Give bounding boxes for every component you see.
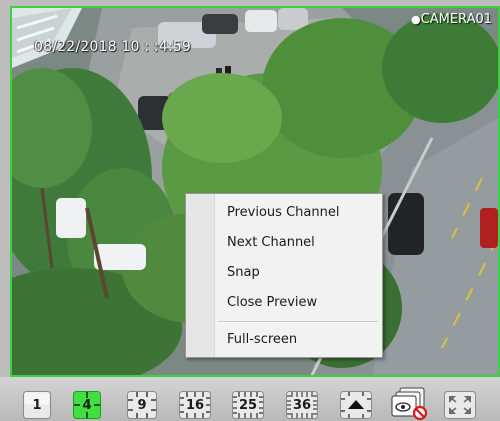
layout-1-label: 1 — [32, 397, 42, 413]
layout-16-label: 16 — [185, 397, 205, 413]
menu-item-next-channel[interactable]: Next Channel — [227, 232, 315, 254]
layout-36-button[interactable]: 36 — [285, 390, 319, 420]
layout-9-label: 9 — [137, 397, 147, 413]
menu-icon-gutter — [186, 194, 215, 357]
layout-25-button[interactable]: 25 — [231, 390, 265, 420]
menu-item-previous-channel[interactable]: Previous Channel — [227, 202, 339, 224]
layout-9-button[interactable]: 9 — [126, 390, 158, 420]
hide-preview-button[interactable] — [390, 386, 432, 420]
layout-4-label: 4 — [82, 397, 92, 413]
layout-toolbar: 1 4 9 16 25 36 — [0, 377, 500, 421]
menu-item-full-screen[interactable]: Full-screen — [227, 329, 297, 351]
menu-item-snap[interactable]: Snap — [227, 262, 260, 284]
layout-1-button[interactable]: 1 — [22, 390, 52, 420]
camera-name-label: CAMERA01 — [420, 12, 492, 27]
fullscreen-button[interactable] — [443, 390, 477, 420]
layout-25-label: 25 — [238, 397, 258, 413]
context-menu: Previous Channel Next Channel Snap Close… — [185, 193, 383, 358]
hide-preview-icon — [391, 387, 428, 420]
dvr-preview-window: 08/22/2018 10 : :4:59 ●CAMERA01 Previous… — [0, 0, 500, 421]
eject-icon — [340, 391, 372, 419]
camera-icon: ● — [411, 13, 421, 26]
fullscreen-icon — [444, 391, 476, 419]
eject-button[interactable] — [339, 390, 373, 420]
layout-36-label: 36 — [292, 397, 312, 413]
layout-4-button[interactable]: 4 — [72, 390, 102, 420]
layout-16-button[interactable]: 16 — [178, 390, 212, 420]
osd-timestamp: 08/22/2018 10 : :4:59 — [34, 39, 191, 55]
menu-item-close-preview[interactable]: Close Preview — [227, 292, 317, 314]
osd-camera-name: ●CAMERA01 — [411, 12, 492, 27]
menu-separator — [218, 321, 378, 323]
